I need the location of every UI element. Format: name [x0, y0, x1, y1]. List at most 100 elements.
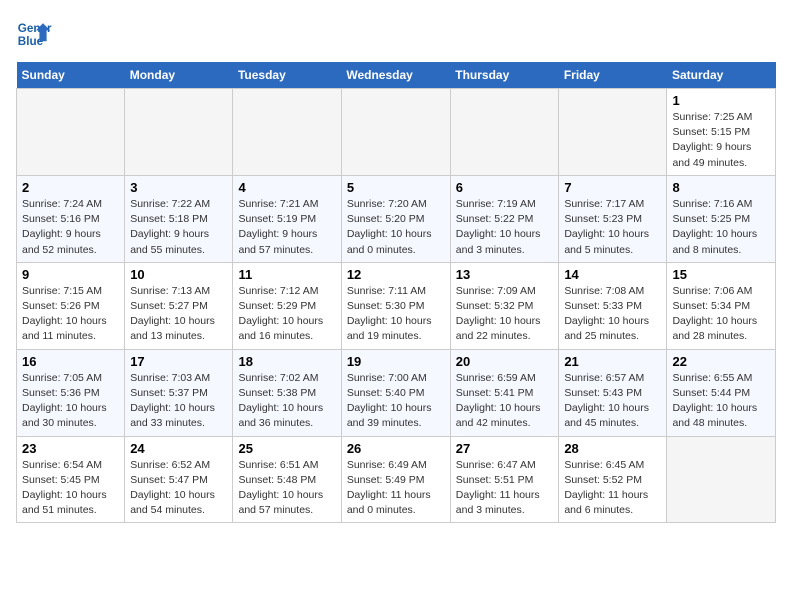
day-cell: 24 Sunrise: 6:52 AM Sunset: 5:47 PM Dayli…	[125, 436, 233, 523]
day-cell: 14 Sunrise: 7:08 AM Sunset: 5:33 PM Dayli…	[559, 262, 667, 349]
day-info: Sunrise: 7:15 AM Sunset: 5:26 PM Dayligh…	[22, 284, 119, 345]
day-cell: 4 Sunrise: 7:21 AM Sunset: 5:19 PM Daylig…	[233, 175, 341, 262]
day-info: Sunrise: 7:02 AM Sunset: 5:38 PM Dayligh…	[238, 371, 335, 432]
day-info: Sunrise: 6:49 AM Sunset: 5:49 PM Dayligh…	[347, 458, 445, 519]
day-cell	[233, 89, 341, 176]
col-header-monday: Monday	[125, 62, 233, 89]
day-cell	[667, 436, 776, 523]
day-number: 3	[130, 180, 227, 195]
day-cell: 7 Sunrise: 7:17 AM Sunset: 5:23 PM Daylig…	[559, 175, 667, 262]
day-info: Sunrise: 7:08 AM Sunset: 5:33 PM Dayligh…	[564, 284, 661, 345]
day-info: Sunrise: 6:55 AM Sunset: 5:44 PM Dayligh…	[672, 371, 770, 432]
day-info: Sunrise: 6:57 AM Sunset: 5:43 PM Dayligh…	[564, 371, 661, 432]
day-number: 24	[130, 441, 227, 456]
day-info: Sunrise: 7:21 AM Sunset: 5:19 PM Dayligh…	[238, 197, 335, 258]
day-cell: 12 Sunrise: 7:11 AM Sunset: 5:30 PM Dayli…	[341, 262, 450, 349]
day-number: 6	[456, 180, 554, 195]
day-number: 17	[130, 354, 227, 369]
day-info: Sunrise: 7:13 AM Sunset: 5:27 PM Dayligh…	[130, 284, 227, 345]
day-cell: 26 Sunrise: 6:49 AM Sunset: 5:49 PM Dayli…	[341, 436, 450, 523]
logo: General Blue	[16, 16, 52, 52]
day-number: 26	[347, 441, 445, 456]
day-cell: 25 Sunrise: 6:51 AM Sunset: 5:48 PM Dayli…	[233, 436, 341, 523]
day-number: 13	[456, 267, 554, 282]
day-number: 4	[238, 180, 335, 195]
day-info: Sunrise: 7:22 AM Sunset: 5:18 PM Dayligh…	[130, 197, 227, 258]
week-row-2: 2 Sunrise: 7:24 AM Sunset: 5:16 PM Daylig…	[17, 175, 776, 262]
day-info: Sunrise: 7:17 AM Sunset: 5:23 PM Dayligh…	[564, 197, 661, 258]
calendar-header-row: SundayMondayTuesdayWednesdayThursdayFrid…	[17, 62, 776, 89]
day-cell	[559, 89, 667, 176]
day-cell: 15 Sunrise: 7:06 AM Sunset: 5:34 PM Dayli…	[667, 262, 776, 349]
day-cell: 23 Sunrise: 6:54 AM Sunset: 5:45 PM Dayli…	[17, 436, 125, 523]
day-number: 23	[22, 441, 119, 456]
logo-icon: General Blue	[16, 16, 52, 52]
day-number: 15	[672, 267, 770, 282]
col-header-wednesday: Wednesday	[341, 62, 450, 89]
day-info: Sunrise: 7:05 AM Sunset: 5:36 PM Dayligh…	[22, 371, 119, 432]
day-cell: 9 Sunrise: 7:15 AM Sunset: 5:26 PM Daylig…	[17, 262, 125, 349]
day-info: Sunrise: 7:03 AM Sunset: 5:37 PM Dayligh…	[130, 371, 227, 432]
col-header-thursday: Thursday	[450, 62, 559, 89]
week-row-1: 1Sunrise: 7:25 AM Sunset: 5:15 PM Daylig…	[17, 89, 776, 176]
col-header-saturday: Saturday	[667, 62, 776, 89]
day-number: 14	[564, 267, 661, 282]
day-cell: 11 Sunrise: 7:12 AM Sunset: 5:29 PM Dayli…	[233, 262, 341, 349]
day-number: 10	[130, 267, 227, 282]
day-cell	[450, 89, 559, 176]
week-row-4: 16 Sunrise: 7:05 AM Sunset: 5:36 PM Dayli…	[17, 349, 776, 436]
day-info: Sunrise: 6:51 AM Sunset: 5:48 PM Dayligh…	[238, 458, 335, 519]
day-cell: 8Sunrise: 7:16 AM Sunset: 5:25 PM Daylig…	[667, 175, 776, 262]
day-number: 2	[22, 180, 119, 195]
day-info: Sunrise: 6:52 AM Sunset: 5:47 PM Dayligh…	[130, 458, 227, 519]
day-number: 28	[564, 441, 661, 456]
day-number: 21	[564, 354, 661, 369]
day-info: Sunrise: 7:25 AM Sunset: 5:15 PM Dayligh…	[672, 110, 770, 171]
day-cell: 6 Sunrise: 7:19 AM Sunset: 5:22 PM Daylig…	[450, 175, 559, 262]
day-cell: 17 Sunrise: 7:03 AM Sunset: 5:37 PM Dayli…	[125, 349, 233, 436]
day-cell: 22 Sunrise: 6:55 AM Sunset: 5:44 PM Dayli…	[667, 349, 776, 436]
day-number: 12	[347, 267, 445, 282]
day-info: Sunrise: 7:06 AM Sunset: 5:34 PM Dayligh…	[672, 284, 770, 345]
day-info: Sunrise: 7:12 AM Sunset: 5:29 PM Dayligh…	[238, 284, 335, 345]
day-cell	[17, 89, 125, 176]
day-info: Sunrise: 7:09 AM Sunset: 5:32 PM Dayligh…	[456, 284, 554, 345]
day-cell: 16 Sunrise: 7:05 AM Sunset: 5:36 PM Dayli…	[17, 349, 125, 436]
day-cell: 3 Sunrise: 7:22 AM Sunset: 5:18 PM Daylig…	[125, 175, 233, 262]
day-cell: 21 Sunrise: 6:57 AM Sunset: 5:43 PM Dayli…	[559, 349, 667, 436]
day-number: 5	[347, 180, 445, 195]
day-number: 22	[672, 354, 770, 369]
week-row-3: 9 Sunrise: 7:15 AM Sunset: 5:26 PM Daylig…	[17, 262, 776, 349]
day-cell: 20 Sunrise: 6:59 AM Sunset: 5:41 PM Dayli…	[450, 349, 559, 436]
day-number: 18	[238, 354, 335, 369]
calendar-table: SundayMondayTuesdayWednesdayThursdayFrid…	[16, 62, 776, 523]
header: General Blue	[16, 16, 776, 52]
day-info: Sunrise: 6:59 AM Sunset: 5:41 PM Dayligh…	[456, 371, 554, 432]
day-info: Sunrise: 6:45 AM Sunset: 5:52 PM Dayligh…	[564, 458, 661, 519]
day-cell: 13 Sunrise: 7:09 AM Sunset: 5:32 PM Dayli…	[450, 262, 559, 349]
week-row-5: 23 Sunrise: 6:54 AM Sunset: 5:45 PM Dayli…	[17, 436, 776, 523]
day-number: 25	[238, 441, 335, 456]
col-header-tuesday: Tuesday	[233, 62, 341, 89]
day-info: Sunrise: 7:20 AM Sunset: 5:20 PM Dayligh…	[347, 197, 445, 258]
day-info: Sunrise: 7:24 AM Sunset: 5:16 PM Dayligh…	[22, 197, 119, 258]
day-number: 27	[456, 441, 554, 456]
day-number: 8	[672, 180, 770, 195]
day-number: 9	[22, 267, 119, 282]
day-number: 7	[564, 180, 661, 195]
day-cell: 28 Sunrise: 6:45 AM Sunset: 5:52 PM Dayli…	[559, 436, 667, 523]
day-number: 11	[238, 267, 335, 282]
day-number: 19	[347, 354, 445, 369]
day-number: 16	[22, 354, 119, 369]
day-info: Sunrise: 7:11 AM Sunset: 5:30 PM Dayligh…	[347, 284, 445, 345]
day-cell: 19Sunrise: 7:00 AM Sunset: 5:40 PM Dayli…	[341, 349, 450, 436]
day-cell: 2 Sunrise: 7:24 AM Sunset: 5:16 PM Daylig…	[17, 175, 125, 262]
day-info: Sunrise: 7:19 AM Sunset: 5:22 PM Dayligh…	[456, 197, 554, 258]
day-cell	[341, 89, 450, 176]
day-cell: 27Sunrise: 6:47 AM Sunset: 5:51 PM Dayli…	[450, 436, 559, 523]
col-header-sunday: Sunday	[17, 62, 125, 89]
col-header-friday: Friday	[559, 62, 667, 89]
day-info: Sunrise: 6:54 AM Sunset: 5:45 PM Dayligh…	[22, 458, 119, 519]
day-cell: 18 Sunrise: 7:02 AM Sunset: 5:38 PM Dayli…	[233, 349, 341, 436]
day-number: 20	[456, 354, 554, 369]
